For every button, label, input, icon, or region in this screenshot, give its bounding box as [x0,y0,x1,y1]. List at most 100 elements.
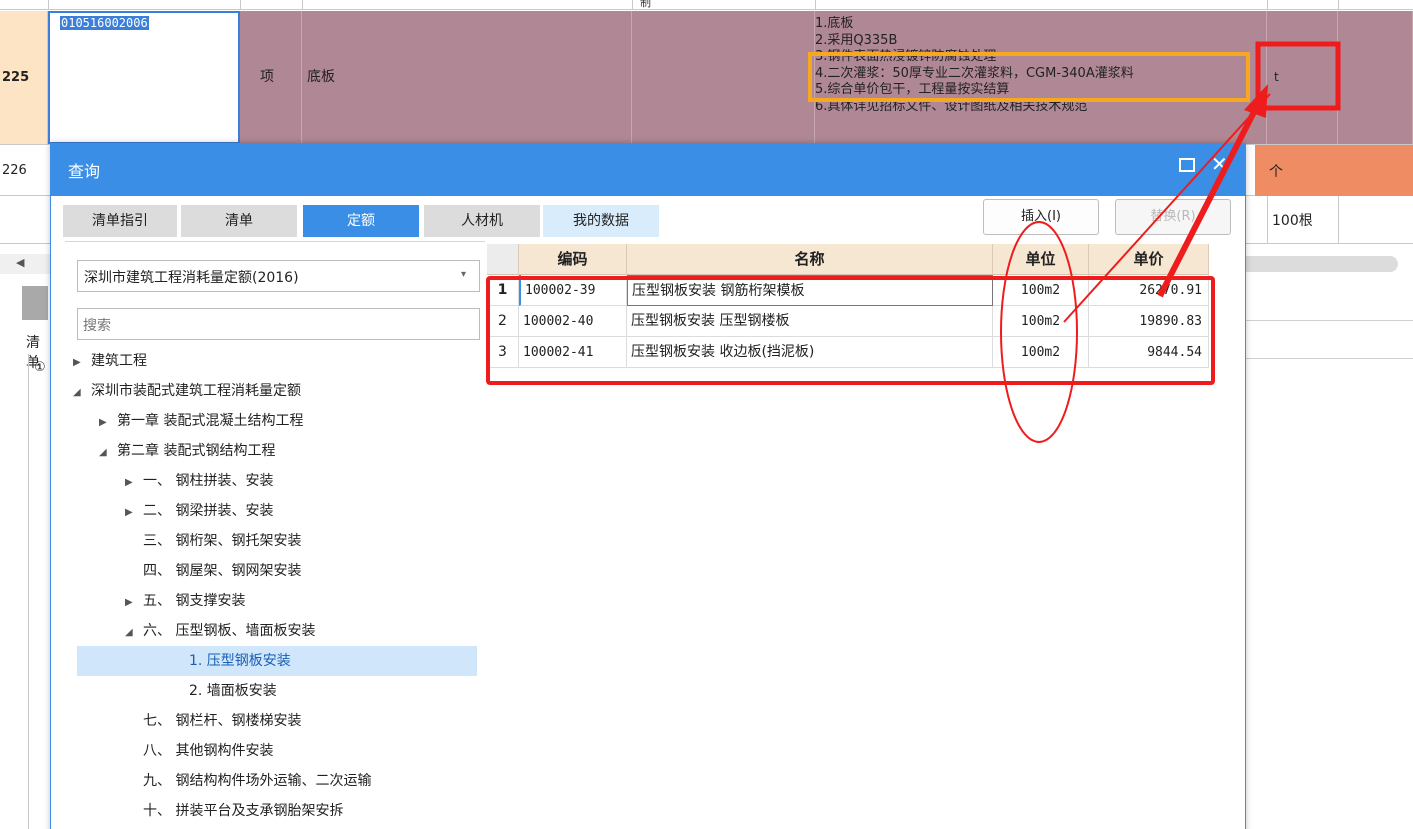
tree-node[interactable]: ▶ 一、 钢柱拼装、安装 [125,466,273,496]
features-text: 1.底板 2.采用Q335B 3.钢件表面热浸镀锌防腐蚀处理 4.二次灌浆：50… [815,16,1255,115]
code-cell[interactable]: 100002-41 [519,337,627,368]
search-placeholder: 搜索 [83,318,111,334]
tab-labor-material-machine[interactable]: 人材机 [424,205,540,237]
tree-node[interactable]: ◢ 深圳市装配式建筑工程消耗量定额 [73,376,301,406]
collapse-arrow-icon[interactable]: ◢ [125,618,143,648]
query-dialog: 查询 ✕ 清单指引 清单 定额 人材机 我的数据 插入(I) 替换(R) 深圳市… [50,143,1246,829]
name-cell[interactable] [302,11,632,144]
code-cell[interactable]: 100002-39 [519,275,627,306]
tab-bill-guide[interactable]: 清单指引 [63,205,177,237]
tree-node[interactable]: ▶ 五、 钢支撑安装 [125,586,245,616]
tree-node[interactable]: ◢ 六、 压型钢板、墙面板安装 [125,616,315,646]
table-header-code[interactable]: 编码 [519,244,627,275]
name-cell[interactable]: 压型钢板安装 压型钢楼板 [627,306,993,337]
quota-library-select[interactable]: 深圳市建筑工程消耗量定额(2016) ▾ [77,260,480,292]
expand-arrow-icon[interactable]: ▶ [99,408,117,438]
unit-cell[interactable]: 100m2 [993,337,1089,368]
feature-line: 6.具体详见招标文件、设计图纸及相关技术规范 [815,98,1088,114]
tree-node-label: 九、 钢结构构件场外运输、二次运输 [143,773,372,789]
column-divider [1338,196,1339,244]
tree-node[interactable]: 三、 钢桁架、钢托架安装 [143,526,301,556]
dialog-title: 查询 [68,162,101,181]
unit-cell[interactable]: 100m2 [993,275,1089,306]
bill-row-225[interactable]: 225 010516002006 项 底板 1.底板 2.采用Q335B 3.钢… [0,11,1413,144]
row-number: 3 [487,337,519,368]
feature-line: 3.钢件表面热浸镀锌防腐蚀处理 [815,49,997,64]
column-divider [1267,196,1268,244]
quota-tree-pane: 深圳市建筑工程消耗量定额(2016) ▾ 搜索 ▶ 建筑工程 ◢ 深圳市装配式建筑工… [65,241,485,829]
previous-row: 制 [0,0,1413,10]
chevron-down-icon[interactable]: ▾ [461,269,466,280]
tree-node[interactable]: 四、 钢屋架、钢网架安装 [143,556,301,586]
table-header-price[interactable]: 单价 [1089,244,1209,275]
collapse-arrow-icon[interactable]: ◢ [99,438,117,468]
row-number: 2 [487,306,519,337]
name-cell[interactable]: 压型钢板安装 收边板(挡泥板) [627,337,993,368]
tab-quota[interactable]: 定额 [303,205,419,237]
table-header-unit[interactable]: 单位 [993,244,1089,275]
feature-line: 5.综合单价包干，工程量按实结算 [815,82,1010,97]
tree-node[interactable]: ▶ 二、 钢梁拼装、安装 [125,496,273,526]
tree-node[interactable]: 十、 拼装平台及支承钢胎架安拆 [143,796,343,826]
circle-number: ① [34,360,46,375]
collapse-arrow-icon[interactable]: ◢ [73,378,91,408]
extra-cell[interactable] [1338,11,1413,144]
horizontal-scrollbar-left[interactable]: ◀ [0,254,50,274]
tree-node[interactable]: 七、 钢栏杆、钢楼梯安装 [143,706,301,736]
restore-icon[interactable] [1179,158,1195,172]
tab-my-data[interactable]: 我的数据 [543,205,659,237]
tree-node[interactable]: ▶ 建筑工程 [73,346,147,376]
tree-node-label: 一、 钢柱拼装、安装 [143,473,274,489]
dialog-titlebar[interactable]: 查询 ✕ [51,144,1245,196]
tree-node-label: 七、 钢栏杆、钢楼梯安装 [143,713,302,729]
code-cell[interactable]: 100002-40 [519,306,627,337]
name-text: 底板 [307,69,335,85]
tree-node-label: 建筑工程 [91,353,147,369]
blank-cell[interactable] [632,11,815,144]
lower-panel-right [1245,290,1413,829]
expand-arrow-icon[interactable]: ▶ [125,588,143,618]
name-cell[interactable]: 压型钢板安装 钢筋桁架模板 [627,275,993,306]
tree-node-selected[interactable]: 1. 压型钢板安装 [77,646,477,676]
price-cell[interactable]: 26270.91 [1089,275,1209,306]
price-cell[interactable]: 9844.54 [1089,337,1209,368]
unit-text: 个 [1269,164,1283,180]
tree-node-label: 深圳市装配式建筑工程消耗量定额 [91,383,301,399]
table-header-corner [487,244,519,275]
tree-node[interactable]: 九、 钢结构构件场外运输、二次运输 [143,766,371,796]
table-header-name[interactable]: 名称 [627,244,993,275]
tree-node[interactable]: ◢ 第二章 装配式钢结构工程 [99,436,275,466]
tab-bill[interactable]: 清单 [181,205,297,237]
code-cell[interactable]: 010516002006 [48,11,240,144]
price-cell[interactable]: 19890.83 [1089,306,1209,337]
tree-node[interactable]: 2. 墙面板安装 [189,676,277,706]
scroll-left-icon[interactable]: ◀ [16,256,24,269]
cut-off-text: 制 [640,0,651,9]
horizontal-scrollbar-thumb[interactable] [1240,256,1398,272]
expand-arrow-icon[interactable]: ▶ [73,348,91,378]
tree-node-label: 第一章 装配式混凝土结构工程 [117,413,304,429]
tree-node-label: 十、 拼装平台及支承钢胎架安拆 [143,803,344,819]
lower-panel-left: 清单 ① [0,274,48,829]
search-input[interactable]: 搜索 [77,308,480,340]
tree-node-label: 五、 钢支撑安装 [143,593,246,609]
panel-tab[interactable] [22,286,48,320]
unit-cell-highlight[interactable]: 个 [1255,145,1413,197]
row-number: 226 [2,163,27,178]
feature-line: 4.二次灌浆：50厚专业二次灌浆料，CGM-340A灌浆料 [815,65,1134,81]
tree-node[interactable]: ▶ 第一章 装配式混凝土结构工程 [99,406,303,436]
feature-line: 1.底板 [815,16,854,31]
type-text: 项 [260,69,274,85]
tree-node-label: 2. 墙面板安装 [189,683,277,699]
expand-arrow-icon[interactable]: ▶ [125,498,143,528]
tree-node-label: 二、 钢梁拼装、安装 [143,503,274,519]
close-icon[interactable]: ✕ [1211,152,1228,176]
expand-arrow-icon[interactable]: ▶ [125,468,143,498]
unit-cell[interactable]: 100m2 [993,306,1089,337]
tree-node[interactable]: 八、 其他钢构件安装 [143,736,273,766]
unit-text: 100根 [1272,213,1313,229]
tree-node-label: 第二章 装配式钢结构工程 [117,443,276,459]
insert-button[interactable]: 插入(I) [983,199,1099,235]
code-text: 010516002006 [60,16,149,30]
replace-button[interactable]: 替换(R) [1115,199,1231,235]
